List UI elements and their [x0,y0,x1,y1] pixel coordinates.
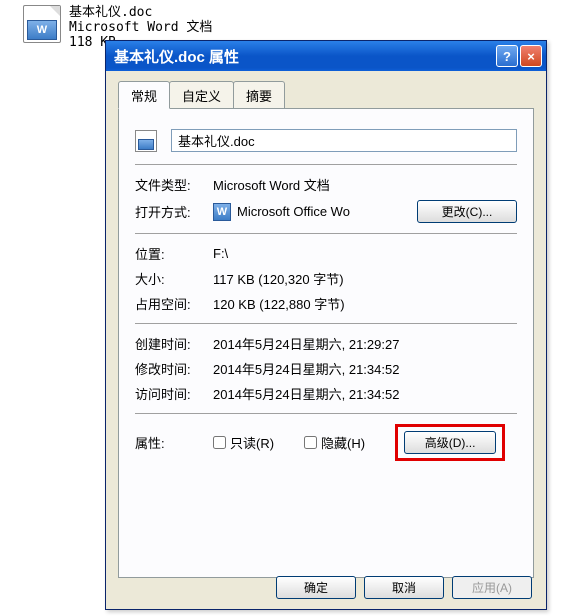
readonly-checkbox[interactable] [213,436,226,449]
window-title: 基本礼仪.doc 属性 [114,46,494,67]
created-value: 2014年5月24日星期六, 21:29:27 [213,334,517,353]
cancel-button[interactable]: 取消 [364,576,444,599]
word-doc-icon-small [135,130,157,152]
filetype-value: Microsoft Word 文档 [213,175,517,194]
readonly-checkbox-wrap[interactable]: 只读(R) [213,433,274,452]
advanced-button[interactable]: 高级(D)... [404,431,496,454]
ok-button[interactable]: 确定 [276,576,356,599]
hidden-label: 隐藏(H) [321,433,365,452]
properties-dialog: 基本礼仪.doc 属性 ? × 常规 自定义 摘要 文件类型: Microsof… [105,40,547,610]
openwith-label: 打开方式: [135,202,213,221]
location-value: F:\ [213,246,517,261]
close-button[interactable]: × [520,45,542,67]
accessed-value: 2014年5月24日星期六, 21:34:52 [213,384,517,403]
apply-button[interactable]: 应用(A) [452,576,532,599]
tab-row: 常规 自定义 摘要 [118,81,534,108]
dialog-buttons: 确定 取消 应用(A) [276,576,532,599]
highlight-box: 高级(D)... [395,424,505,461]
sizeon-label: 占用空间: [135,294,213,313]
attrs-label: 属性: [135,433,213,452]
accessed-label: 访问时间: [135,384,213,403]
tab-panel-general: 文件类型: Microsoft Word 文档 打开方式: W Microsof… [118,108,534,578]
filetype-label: 文件类型: [135,175,213,194]
hidden-checkbox-wrap[interactable]: 隐藏(H) [304,433,365,452]
titlebar[interactable]: 基本礼仪.doc 属性 ? × [106,41,546,71]
size-value: 117 KB (120,320 字节) [213,269,517,288]
file-type: Microsoft Word 文档 [69,20,212,35]
divider [135,164,517,165]
file-name: 基本礼仪.doc [69,5,212,20]
openwith-value: Microsoft Office Wo [237,204,417,219]
filename-input[interactable] [171,129,517,152]
change-button[interactable]: 更改(C)... [417,200,517,223]
hidden-checkbox[interactable] [304,436,317,449]
modified-label: 修改时间: [135,359,213,378]
location-label: 位置: [135,244,213,263]
tab-general[interactable]: 常规 [118,81,170,109]
readonly-label: 只读(R) [230,433,274,452]
tab-custom[interactable]: 自定义 [169,81,234,108]
tab-summary[interactable]: 摘要 [233,81,285,108]
word-app-icon: W [213,203,231,221]
divider [135,233,517,234]
divider [135,323,517,324]
word-doc-icon: W [23,5,61,43]
divider [135,413,517,414]
help-button[interactable]: ? [496,45,518,67]
sizeon-value: 120 KB (122,880 字节) [213,294,517,313]
size-label: 大小: [135,269,213,288]
created-label: 创建时间: [135,334,213,353]
modified-value: 2014年5月24日星期六, 21:34:52 [213,359,517,378]
